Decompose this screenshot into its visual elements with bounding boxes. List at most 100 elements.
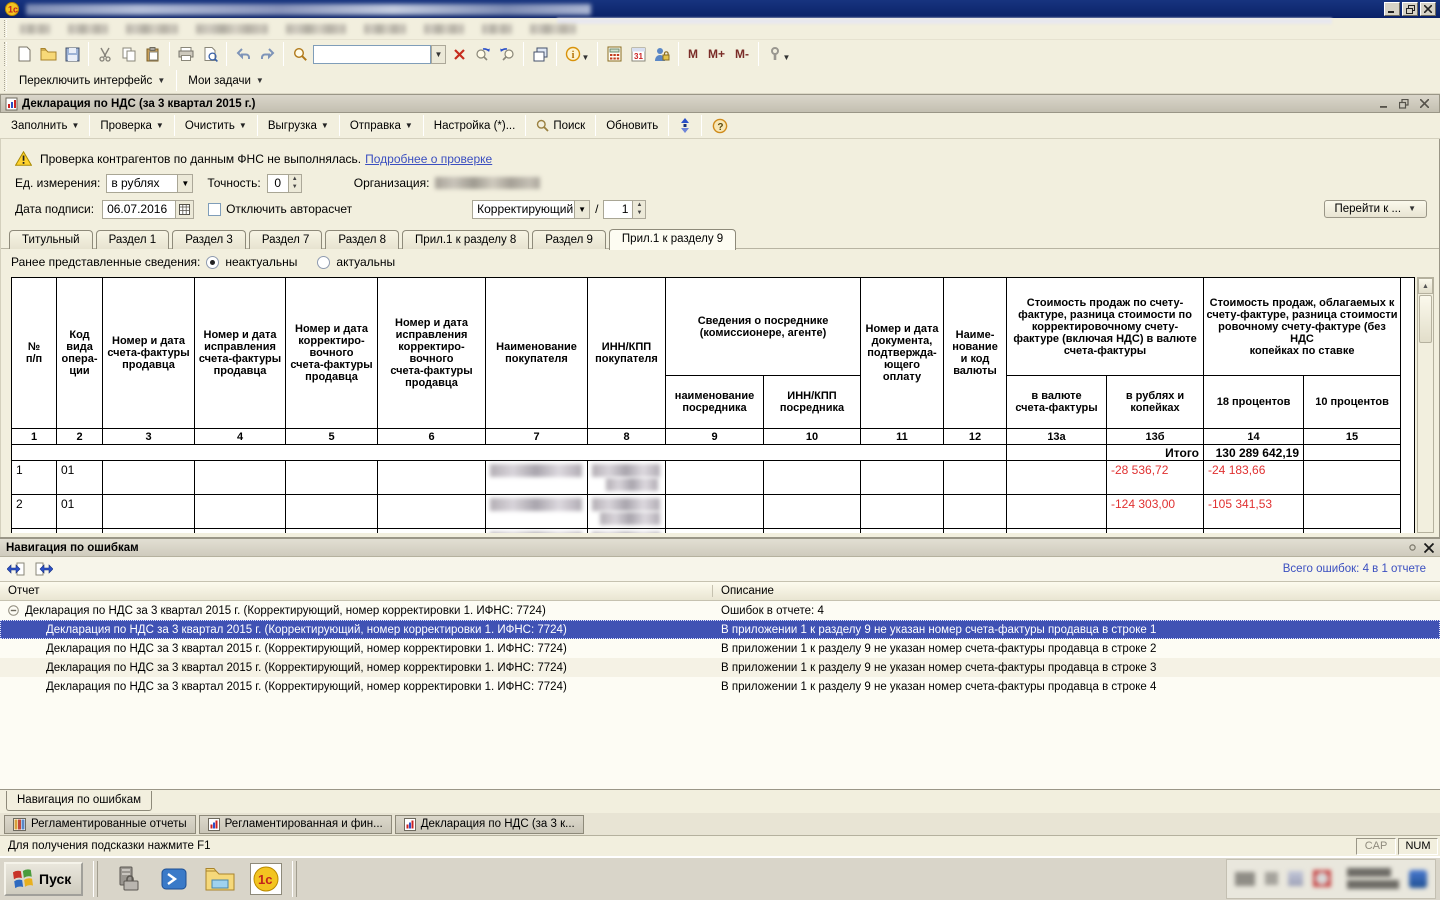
1c-app-icon[interactable]: 1c	[250, 863, 282, 895]
declaration-grid[interactable]: № п/п Код вида опера- ции Номер и дата с…	[11, 277, 1415, 533]
minimize-button[interactable]	[1384, 2, 1400, 16]
correction-number-stepper[interactable]: 1▲▼	[603, 200, 646, 219]
redo-icon[interactable]	[256, 43, 278, 65]
correction-select[interactable]: Корректирующий▼	[472, 200, 590, 219]
tab-razdel-3[interactable]: Раздел 3	[172, 230, 246, 249]
new-document-icon[interactable]	[13, 43, 35, 65]
spin-up-icon[interactable]: ▲	[633, 201, 645, 210]
spin-down-icon[interactable]: ▼	[289, 183, 301, 192]
window-tab-reglamented-reports[interactable]: Регламентированные отчеты	[4, 815, 196, 834]
warning-details-link[interactable]: Подробнее о проверке	[365, 152, 492, 166]
redacted-menu-item[interactable]	[424, 24, 464, 34]
redacted-menu-item[interactable]	[286, 24, 346, 34]
print-preview-icon[interactable]	[199, 43, 221, 65]
my-tasks-button[interactable]: Мои задачи▼	[180, 72, 272, 90]
refresh-button[interactable]: Обновить	[599, 117, 665, 135]
memory-m-minus-button[interactable]: M-	[731, 47, 753, 61]
quick-search-input[interactable]	[313, 45, 431, 64]
precision-stepper[interactable]: 0▲▼	[267, 174, 302, 193]
radio-inactive[interactable]	[206, 256, 219, 269]
table-row[interactable]: 301 -122 633,57 -103 926,75	[12, 529, 1415, 534]
upload-button[interactable]: Выгрузка▼	[261, 117, 336, 135]
search-button[interactable]: Поиск	[529, 116, 592, 135]
radio-active[interactable]	[317, 256, 330, 269]
redacted-tray-icon[interactable]	[1409, 870, 1427, 888]
save-icon[interactable]	[61, 43, 83, 65]
report-restore-button[interactable]	[1397, 98, 1411, 110]
error-root-row[interactable]: Декларация по НДС за 3 квартал 2015 г. (…	[0, 601, 1440, 620]
memory-m-plus-button[interactable]: M+	[704, 47, 729, 61]
redacted-tray-icon[interactable]	[1313, 870, 1331, 887]
previous-error-button[interactable]	[4, 559, 28, 579]
tab-razdel-9[interactable]: Раздел 9	[532, 230, 606, 249]
redacted-menu-item[interactable]	[364, 24, 406, 34]
redacted-menu-item[interactable]	[126, 24, 178, 34]
unit-select[interactable]: в рублях▼	[106, 174, 193, 193]
user-permissions-icon[interactable]	[651, 43, 673, 65]
check-button[interactable]: Проверка▼	[93, 117, 170, 135]
error-row-selected[interactable]: Декларация по НДС за 3 квартал 2015 г. (…	[0, 620, 1440, 639]
fill-button[interactable]: Заполнить▼	[4, 117, 86, 135]
search-icon[interactable]	[289, 43, 311, 65]
sort-order-icon[interactable]	[672, 115, 698, 137]
memory-m-button[interactable]: M	[684, 47, 702, 61]
error-row[interactable]: Декларация по НДС за 3 квартал 2015 г. (…	[0, 658, 1440, 677]
autocalc-toggle[interactable]: Отключить авторасчет	[208, 202, 352, 216]
quick-search-dropdown[interactable]: ▼	[431, 45, 446, 64]
print-icon[interactable]	[175, 43, 197, 65]
goto-button[interactable]: Перейти к ...▼	[1324, 200, 1428, 218]
switch-interface-button[interactable]: Переключить интерфейс▼	[11, 72, 173, 90]
folder-icon[interactable]	[204, 863, 236, 895]
settings-button[interactable]: Настройка (*)...	[427, 117, 523, 135]
tab-pril-1-k-razdelu-8[interactable]: Прил.1 к разделу 8	[402, 230, 529, 249]
pin-icon[interactable]	[1409, 544, 1416, 551]
tab-titulnyj[interactable]: Титульный	[9, 230, 93, 249]
tab-razdel-1[interactable]: Раздел 1	[96, 230, 170, 249]
find-previous-icon[interactable]	[496, 43, 518, 65]
open-folder-icon[interactable]	[37, 43, 59, 65]
table-row[interactable]: 101 -28 536,72 -24 183,66	[12, 461, 1415, 495]
collapse-icon[interactable]	[8, 605, 19, 616]
service-settings-icon[interactable]: ▼	[764, 43, 794, 65]
window-tab-nds-declaration[interactable]: Декларация по НДС (за 3 к...	[395, 815, 584, 834]
info-icon[interactable]: i▼	[562, 43, 592, 65]
copy-icon[interactable]	[118, 43, 140, 65]
calendar-picker-icon[interactable]	[176, 200, 194, 219]
clear-button[interactable]: Очистить▼	[178, 117, 254, 135]
cut-icon[interactable]	[94, 43, 116, 65]
spin-down-icon[interactable]: ▼	[633, 209, 645, 218]
redacted-menu-item[interactable]	[196, 24, 268, 34]
redacted-menu-item[interactable]	[20, 24, 50, 34]
scrollbar-thumb[interactable]	[1419, 295, 1432, 343]
calculator-icon[interactable]	[603, 43, 625, 65]
restore-button[interactable]	[1402, 2, 1418, 16]
error-panel-close-icon[interactable]	[1424, 543, 1434, 553]
redacted-tray-icon[interactable]	[1235, 872, 1255, 886]
scroll-up-icon[interactable]: ▲	[1418, 278, 1433, 294]
paste-icon[interactable]	[142, 43, 164, 65]
table-scrollbar[interactable]: ▲	[1417, 277, 1434, 533]
server-manager-icon[interactable]	[112, 863, 144, 895]
chevron-down-icon[interactable]: ▼	[178, 174, 193, 193]
tab-razdel-7[interactable]: Раздел 7	[249, 230, 323, 249]
windows-list-icon[interactable]	[529, 43, 551, 65]
next-error-button[interactable]	[32, 559, 56, 579]
error-row[interactable]: Декларация по НДС за 3 квартал 2015 г. (…	[0, 639, 1440, 658]
tab-razdel-8[interactable]: Раздел 8	[325, 230, 399, 249]
autocalc-checkbox[interactable]	[208, 203, 221, 216]
clear-search-icon[interactable]	[448, 43, 470, 65]
calendar-icon[interactable]: 31	[627, 43, 649, 65]
tab-pril-1-k-razdelu-9[interactable]: Прил.1 к разделу 9	[609, 229, 736, 250]
column-report[interactable]: Отчет	[0, 585, 713, 597]
close-button[interactable]	[1420, 2, 1436, 16]
table-row[interactable]: 201 -124 303,00 -105 341,53	[12, 495, 1415, 529]
redacted-menu-item[interactable]	[530, 24, 576, 34]
spin-up-icon[interactable]: ▲	[289, 175, 301, 184]
redacted-menu-item[interactable]	[482, 24, 512, 34]
redacted-tray-icon[interactable]	[1265, 872, 1278, 885]
powershell-icon[interactable]	[158, 863, 190, 895]
report-minimize-button[interactable]	[1377, 98, 1391, 110]
redacted-tray-icon[interactable]	[1288, 871, 1304, 886]
report-close-button[interactable]	[1417, 98, 1431, 110]
start-button[interactable]: Пуск	[4, 862, 83, 896]
